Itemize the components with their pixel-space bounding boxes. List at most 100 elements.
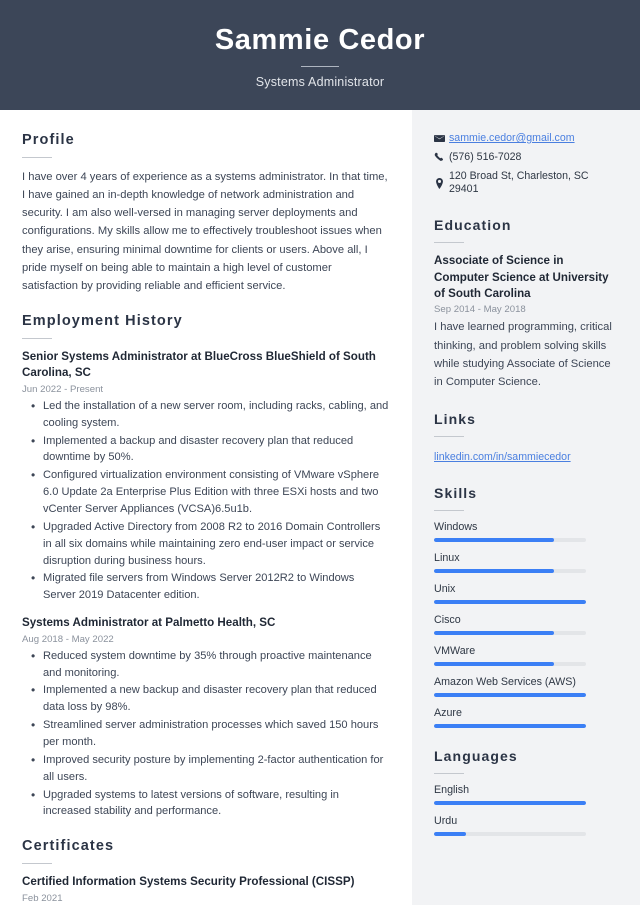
skills-heading: Skills [434, 484, 478, 501]
job-bullet: Upgraded Active Directory from 2008 R2 t… [22, 518, 390, 570]
section-certificates: Certificates Certified Information Syste… [22, 838, 390, 905]
skill-item: Linux [434, 552, 620, 573]
job-bullet: Upgraded systems to latest versions of s… [22, 786, 390, 821]
skill-bar-fill [434, 661, 555, 666]
links-heading: Links [434, 410, 477, 427]
section-education: Education Associate of Science in Comput… [434, 217, 620, 391]
skill-bar-track [434, 599, 586, 604]
skill-label: Unix [434, 582, 456, 595]
skill-item: Windows [434, 521, 620, 542]
certificate-entry: Certified Information Systems Security P… [22, 874, 390, 903]
skill-bar-fill [434, 723, 586, 728]
education-heading-rule [434, 242, 464, 244]
job-date: Aug 2018 - May 2022 [22, 633, 114, 645]
phone-number: (576) 516-7028 [449, 150, 522, 163]
section-languages: Languages English Urdu [434, 748, 620, 836]
language-item: English [434, 784, 620, 805]
education-description: I have learned programming, critical thi… [434, 321, 612, 388]
skill-label: Cisco [434, 613, 461, 626]
language-bar-fill [434, 800, 586, 805]
section-links: Links linkedin.com/in/sammiecedor [434, 411, 620, 465]
skill-item: Unix [434, 583, 620, 604]
job-bullet: Improved security posture by implementin… [22, 751, 390, 786]
language-bar-track [434, 831, 586, 836]
job-bullet: Implemented a backup and disaster recove… [22, 432, 390, 467]
contact-row-email: sammie.cedor@gmail.com [434, 132, 620, 146]
sidebar-column: sammie.cedor@gmail.com (576) 516-7028 12… [412, 110, 640, 905]
envelope-icon [434, 133, 449, 144]
resume-header: Sammie Cedor Systems Administrator [0, 0, 640, 110]
skill-label: VMWare [434, 644, 476, 657]
job-bullet: Reduced system downtime by 35% through p… [22, 647, 390, 682]
languages-heading: Languages [434, 747, 518, 764]
job-title: Senior Systems Administrator at BlueCros… [22, 349, 376, 380]
email-link[interactable]: sammie.cedor@gmail.com [449, 132, 575, 146]
certificates-heading-rule [22, 863, 52, 865]
education-title: Associate of Science in Computer Science… [434, 254, 609, 300]
skill-item: VMWare [434, 645, 620, 666]
skill-bar-fill [434, 599, 586, 604]
skill-item: Amazon Web Services (AWS) [434, 676, 620, 697]
links-heading-rule [434, 435, 464, 437]
job-date: Jun 2022 - Present [22, 383, 104, 395]
main-column: Profile I have over 4 years of experienc… [0, 110, 412, 905]
education-heading: Education [434, 217, 512, 234]
phone-icon [434, 152, 449, 163]
resume-body: Profile I have over 4 years of experienc… [0, 110, 640, 905]
skill-bar-track [434, 692, 586, 697]
resume-page: Sammie Cedor Systems Administrator Profi… [0, 0, 640, 905]
section-profile: Profile I have over 4 years of experienc… [22, 132, 390, 295]
contact-row-phone: (576) 516-7028 [434, 151, 620, 165]
skill-bar-track [434, 630, 586, 635]
language-item: Urdu [434, 815, 620, 836]
language-bar-fill [434, 831, 466, 836]
employment-entry: Senior Systems Administrator at BlueCros… [22, 349, 390, 604]
candidate-name: Sammie Cedor [214, 24, 426, 57]
skills-heading-rule [434, 509, 464, 511]
linkedin-link[interactable]: linkedin.com/in/sammiecedor [434, 451, 571, 463]
contact-row-address: 120 Broad St, Charleston, SC 29401 [434, 170, 620, 198]
skill-bar-fill [434, 568, 555, 573]
employment-heading: Employment History [22, 312, 183, 329]
profile-heading-rule [22, 157, 52, 158]
certificates-heading: Certificates [22, 838, 115, 855]
skill-label: Amazon Web Services (AWS) [434, 675, 576, 688]
skill-bar-track [434, 723, 586, 728]
contact-block: sammie.cedor@gmail.com (576) 516-7028 12… [434, 132, 620, 197]
certificate-title: Certified Information Systems Security P… [22, 875, 355, 889]
section-skills: Skills Windows Linux Unix Cisco VMWare A… [434, 485, 620, 728]
education-entry: Associate of Science in Computer Science… [434, 253, 620, 391]
job-title: Systems Administrator at Palmetto Health… [22, 616, 276, 630]
profile-text: I have over 4 years of experience as a s… [22, 171, 388, 292]
skill-label: Azure [434, 706, 462, 719]
skill-bar-fill [434, 692, 586, 697]
skill-label: Linux [434, 551, 460, 564]
job-bullet: Implemented a new backup and disaster re… [22, 681, 390, 716]
skill-item: Cisco [434, 614, 620, 635]
location-pin-icon [434, 177, 449, 189]
employment-heading-rule [22, 337, 52, 339]
section-employment-history: Employment History Senior Systems Admini… [22, 313, 390, 820]
skill-label: Windows [434, 520, 478, 533]
header-divider [301, 65, 339, 67]
skill-item: Azure [434, 707, 620, 728]
job-bullet-list: Led the installation of a new server roo… [22, 397, 390, 604]
job-bullet: Streamlined server administration proces… [22, 716, 390, 751]
skill-bar-fill [434, 630, 555, 635]
language-label: English [434, 783, 470, 796]
education-date: Sep 2014 - May 2018 [434, 304, 526, 316]
language-label: Urdu [434, 814, 458, 827]
address-text: 120 Broad St, Charleston, SC 29401 [449, 169, 589, 196]
languages-heading-rule [434, 772, 464, 774]
skill-bar-fill [434, 537, 555, 542]
skill-bar-track [434, 537, 586, 542]
job-bullet: Migrated file servers from Windows Serve… [22, 569, 390, 604]
job-bullet-list: Reduced system downtime by 35% through p… [22, 647, 390, 821]
certificate-date: Feb 2021 [22, 892, 63, 904]
profile-heading: Profile [22, 132, 75, 148]
skill-bar-track [434, 661, 586, 666]
skill-bar-track [434, 568, 586, 573]
job-bullet: Configured virtualization environment co… [22, 466, 390, 518]
employment-entry: Systems Administrator at Palmetto Health… [22, 615, 390, 820]
job-bullet: Led the installation of a new server roo… [22, 397, 390, 432]
